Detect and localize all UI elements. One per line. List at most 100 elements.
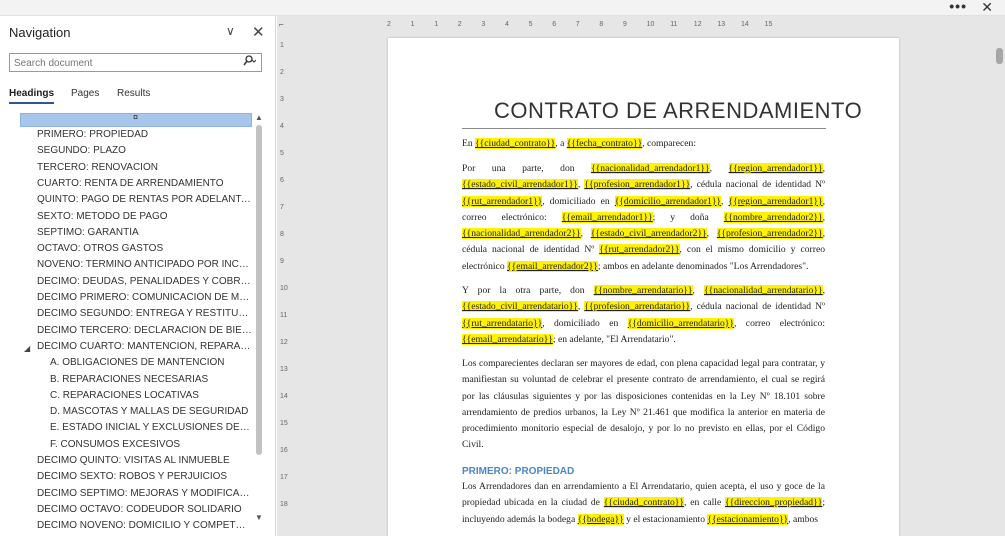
body-text: ; en adelante, "El Arrendatario". bbox=[552, 333, 676, 345]
placeholder-field: {{estacionamiento}} bbox=[707, 513, 789, 525]
placeholder-field: {{region_arrendador1}} bbox=[728, 195, 823, 207]
placeholder-field: {{email_arrendador1}} bbox=[561, 211, 653, 223]
placeholder-field: {{ciudad_contrato}} bbox=[603, 497, 684, 509]
heading-item[interactable]: PRIMERO: PROPIEDAD bbox=[37, 129, 252, 145]
placeholder-field: {{nacionalidad_arrendador1}} bbox=[591, 163, 710, 174]
heading-item[interactable]: DÉCIMO QUINTO: VISITAS AL INMUEBLE bbox=[37, 455, 252, 471]
body-text: , correo electrónico: bbox=[734, 317, 825, 329]
heading-item[interactable]: QUINTO: PAGO DE RENTAS POR ADELANTADO bbox=[37, 194, 252, 210]
heading-item[interactable]: SÉPTIMO: GARANTÍA bbox=[37, 227, 252, 243]
search-box[interactable] bbox=[9, 53, 262, 72]
document-scrollbar-thumb[interactable] bbox=[996, 48, 1003, 64]
ruler-tick-label: 1 bbox=[410, 21, 415, 28]
placeholder-field: {{nacionalidad_arrendador2}} bbox=[462, 228, 581, 240]
body-text: , bbox=[706, 228, 717, 240]
subheading-item[interactable]: D. MASCOTAS Y MALLAS DE SEGURIDAD bbox=[50, 406, 252, 422]
body-text: , bbox=[721, 195, 729, 207]
scrollbar-thumb[interactable] bbox=[256, 125, 262, 455]
body-text: ; y doña bbox=[652, 211, 724, 223]
close-window-button[interactable]: ✕ bbox=[981, 0, 993, 16]
heading-item[interactable]: DÉCIMO TERCERO: DECLARACIÓN DE BIENES M.… bbox=[37, 325, 252, 341]
subheading-item[interactable]: A. OBLIGACIONES DE MANTENCIÓN bbox=[50, 357, 252, 373]
navigation-pane: Navigation ∨ ✕ Headings Pages Results ¤ … bbox=[0, 16, 276, 536]
tab-headings[interactable]: Headings bbox=[9, 88, 55, 104]
placeholder-field: {{estado_civil_arrendatario}} bbox=[462, 301, 578, 313]
search-input[interactable] bbox=[14, 56, 234, 70]
collapse-caret-icon[interactable]: ◢ bbox=[24, 344, 30, 353]
search-icon[interactable] bbox=[242, 55, 257, 70]
ruler-tick-label: 18 bbox=[280, 501, 288, 508]
close-pane-button[interactable]: ✕ bbox=[252, 23, 265, 41]
headings-tree: ¤ PRIMERO: PROPIEDAD SEGUNDO: PLAZO TERCER… bbox=[0, 113, 256, 533]
body-text: , domiciliado en bbox=[542, 195, 615, 207]
tree-scrollbar[interactable]: ▲ ▼ bbox=[253, 113, 266, 525]
placeholder-field: {{domicilio_arrendador1}} bbox=[614, 195, 722, 207]
heading-item[interactable]: DÉCIMO PRIMERO: COMUNICACIÓN DE MOROS... bbox=[37, 292, 252, 308]
placeholder-field: {{direccion_propiedad}} bbox=[725, 497, 823, 509]
body-text: ; ambos en adelante denominados "Los Arr… bbox=[597, 260, 809, 272]
heading-item[interactable]: SEGUNDO: PLAZO bbox=[37, 145, 252, 161]
placeholder-field: {{nombre_arrendatario}} bbox=[593, 285, 693, 296]
title-divider bbox=[462, 128, 826, 129]
heading-item[interactable]: DÉCIMO SEGUNDO: ENTREGA Y RESTITUCIÓN D.… bbox=[37, 308, 252, 324]
ruler-tick-label: 7 bbox=[575, 21, 580, 28]
more-options-button[interactable]: ••• bbox=[949, 0, 967, 14]
subheading-item[interactable]: E. ESTADO INICIAL Y EXCLUSIONES DE RESPO… bbox=[50, 422, 252, 438]
placeholder-field: {{profesion_arrendatario}} bbox=[584, 301, 691, 313]
chevron-down-icon[interactable]: ∨ bbox=[226, 24, 235, 38]
document-page[interactable]: CONTRATO DE ARRENDAMIENTO En {{ciudad_co… bbox=[388, 38, 899, 536]
tab-selector-icon[interactable]: ⌐ bbox=[279, 20, 284, 29]
heading-item[interactable]: DÉCIMO SEXTO: ROBOS Y PERJUICIOS bbox=[37, 471, 252, 487]
subheading-item[interactable]: F. CONSUMOS EXCESIVOS bbox=[50, 439, 252, 455]
ruler-tick-label: 15 bbox=[764, 21, 773, 28]
heading-item[interactable]: SEXTO: MÉTODO DE PAGO bbox=[37, 211, 252, 227]
placeholder-field: {{region_arrendador1}} bbox=[728, 163, 823, 174]
ruler-tick-label: 3 bbox=[280, 96, 284, 103]
scroll-up-icon[interactable]: ▲ bbox=[255, 113, 263, 122]
ruler-tick-label: 17 bbox=[280, 474, 288, 481]
heading-item[interactable]: TERCERO: RENOVACIÓN bbox=[37, 162, 252, 178]
heading-item[interactable]: DÉCIMO CUARTO: MANTENCIÓN, REPARACIONE..… bbox=[37, 341, 252, 357]
heading-item[interactable]: DÉCIMO SÉPTIMO: MEJORAS Y MODIFICACIONES bbox=[37, 488, 252, 504]
ruler-tick-label: 6 bbox=[280, 177, 284, 184]
vertical-ruler[interactable]: 1 2 3 4 5 6 7 8 9 10 11 12 13 14 15 16 17 18 bbox=[279, 40, 291, 536]
tab-results[interactable]: Results bbox=[117, 88, 150, 99]
body-text: , domiciliado en bbox=[542, 317, 628, 329]
ruler-tick-label: 16 bbox=[280, 447, 288, 454]
selected-heading-item[interactable]: ¤ bbox=[20, 113, 252, 127]
placeholder-field: {{rut_arrendatario}} bbox=[462, 317, 543, 329]
body-text: , bbox=[580, 228, 591, 240]
heading-item[interactable]: DÉCIMO NOVENO: DOMICILIO Y COMPETENCIA bbox=[37, 520, 252, 533]
ruler-tick-label: 9 bbox=[280, 258, 284, 265]
ruler-tick-label: 11 bbox=[670, 21, 678, 28]
body-text: En bbox=[462, 138, 476, 149]
selected-heading-label: ¤ bbox=[133, 113, 139, 122]
ruler-tick-label: 13 bbox=[717, 21, 726, 28]
body-text: , bbox=[822, 163, 825, 174]
horizontal-ruler[interactable]: 2 1 1 2 3 4 5 6 7 8 9 10 11 12 13 14 15 bbox=[387, 18, 827, 34]
document-scrollbar[interactable] bbox=[993, 40, 1005, 536]
body-text: , bbox=[822, 211, 826, 223]
heading-item[interactable]: DÉCIMO OCTAVO: CODEUDOR SOLIDARIO bbox=[37, 504, 252, 520]
subheading-item[interactable]: C. REPARACIONES LOCATIVAS bbox=[50, 390, 252, 406]
heading-item[interactable]: NOVENO: TÉRMINO ANTICIPADO POR INCUMPLI.… bbox=[37, 259, 252, 275]
ruler-tick-label: 12 bbox=[280, 339, 288, 346]
scroll-down-icon[interactable]: ▼ bbox=[255, 513, 263, 522]
heading-item[interactable]: CUARTO: RENTA DE ARRENDAMIENTO bbox=[37, 178, 252, 194]
ruler-tick-label: 11 bbox=[280, 312, 288, 319]
body-text: Por una parte, don bbox=[462, 163, 592, 174]
body-text: , bbox=[692, 285, 705, 296]
body-text: , cédula nacional de identidad Nº bbox=[690, 301, 825, 313]
ruler-tick-label: 2 bbox=[457, 21, 462, 28]
heading-item[interactable]: DÉCIMO: DEUDAS, PENALIDADES Y COBRANZA bbox=[37, 276, 252, 292]
ruler-tick-label: 1 bbox=[280, 42, 284, 49]
placeholder-field: {{nombre_arrendador2}} bbox=[723, 211, 823, 223]
body-text: , ambos bbox=[788, 513, 819, 525]
tab-pages[interactable]: Pages bbox=[71, 88, 99, 99]
title-bar: ••• ✕ bbox=[0, 0, 1005, 16]
heading-item[interactable]: OCTAVO: OTROS GASTOS bbox=[37, 243, 252, 259]
ruler-tick-label: 5 bbox=[528, 21, 533, 28]
subheading-item[interactable]: B. REPARACIONES NECESARIAS bbox=[50, 374, 252, 390]
paragraph-comparecientes: Los comparecientes declaran ser mayores … bbox=[462, 356, 825, 454]
paragraph-arrendadores: Por una parte, don {{nacionalidad_arrend… bbox=[462, 161, 825, 275]
